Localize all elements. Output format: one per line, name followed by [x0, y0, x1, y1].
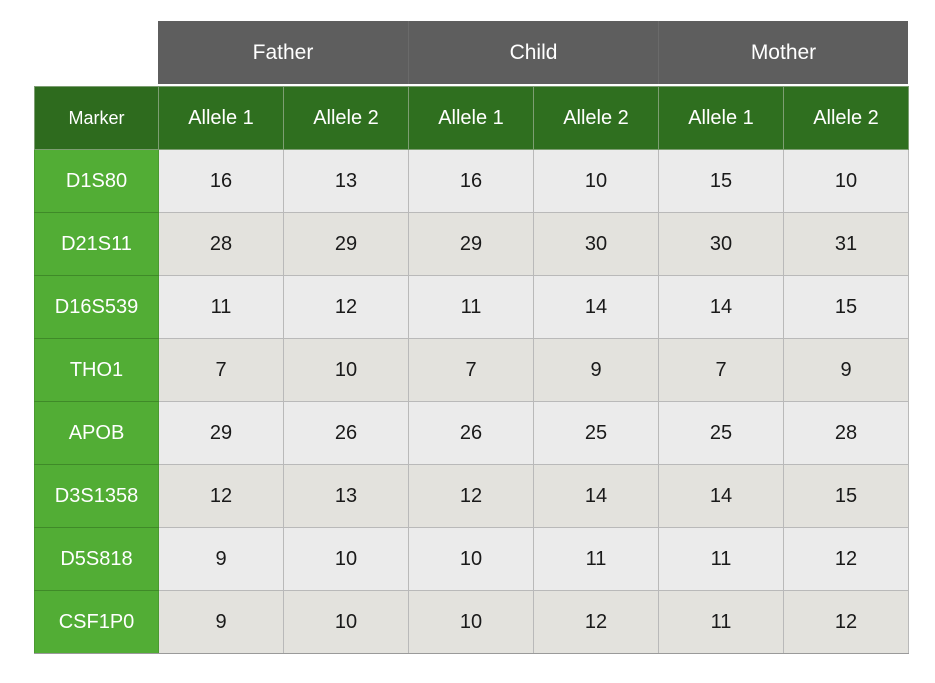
child-allele-1-cell: 11	[408, 275, 534, 339]
mother-allele-1-cell: 14	[658, 464, 784, 528]
column-header-father-allele-1: Allele 1	[158, 86, 284, 150]
father-allele-1-cell: 16	[158, 149, 284, 213]
column-header-mother-allele-2: Allele 2	[783, 86, 909, 150]
father-allele-1-cell: 11	[158, 275, 284, 339]
column-header-father-allele-2: Allele 2	[283, 86, 409, 150]
father-allele-2-cell: 13	[283, 464, 409, 528]
mother-allele-2-cell: 12	[783, 590, 909, 654]
child-allele-1-cell: 7	[408, 338, 534, 402]
mother-allele-1-cell: 15	[658, 149, 784, 213]
marker-cell: D16S539	[34, 275, 159, 339]
table-row: D5S818 9 10 10 11 11 12	[34, 527, 909, 591]
father-allele-1-cell: 28	[158, 212, 284, 276]
table-row: D21S11 28 29 29 30 30 31	[34, 212, 909, 276]
child-allele-2-cell: 11	[533, 527, 659, 591]
father-allele-2-cell: 12	[283, 275, 409, 339]
marker-cell: D5S818	[34, 527, 159, 591]
father-allele-2-cell: 10	[283, 590, 409, 654]
child-allele-1-cell: 10	[408, 590, 534, 654]
marker-cell: D3S1358	[34, 464, 159, 528]
marker-cell: D1S80	[34, 149, 159, 213]
mother-allele-1-cell: 11	[658, 527, 784, 591]
father-allele-1-cell: 9	[158, 527, 284, 591]
table-row: D3S1358 12 13 12 14 14 15	[34, 464, 909, 528]
mother-allele-2-cell: 28	[783, 401, 909, 465]
mother-allele-1-cell: 7	[658, 338, 784, 402]
father-allele-1-cell: 7	[158, 338, 284, 402]
table-row: CSF1P0 9 10 10 12 11 12	[34, 590, 909, 654]
table-row: APOB 29 26 26 25 25 28	[34, 401, 909, 465]
father-allele-1-cell: 29	[158, 401, 284, 465]
group-header-father: Father	[252, 40, 314, 64]
father-allele-2-cell: 26	[283, 401, 409, 465]
mother-allele-1-cell: 14	[658, 275, 784, 339]
marker-cell: THO1	[34, 338, 159, 402]
father-allele-2-cell: 10	[283, 527, 409, 591]
column-header-child-allele-2: Allele 2	[533, 86, 659, 150]
child-allele-2-cell: 14	[533, 464, 659, 528]
marker-cell: APOB	[34, 401, 159, 465]
column-header-marker: Marker	[34, 86, 159, 150]
table-row: D1S80 16 13 16 10 15 10	[34, 149, 909, 213]
child-allele-2-cell: 9	[533, 338, 659, 402]
group-header-mother: Mother	[658, 21, 908, 84]
child-allele-2-cell: 10	[533, 149, 659, 213]
father-allele-1-cell: 9	[158, 590, 284, 654]
father-allele-2-cell: 29	[283, 212, 409, 276]
mother-allele-2-cell: 15	[783, 275, 909, 339]
marker-cell: CSF1P0	[34, 590, 159, 654]
child-allele-2-cell: 30	[533, 212, 659, 276]
mother-allele-1-cell: 30	[658, 212, 784, 276]
column-header-row: Marker Allele 1 Allele 2 Allele 1 Allele…	[34, 86, 909, 150]
group-header-row: Father Child Mother	[158, 21, 908, 86]
str-allele-table: Marker Allele 1 Allele 2 Allele 1 Allele…	[34, 86, 909, 654]
marker-cell: D21S11	[34, 212, 159, 276]
table-row: THO1 7 10 7 9 7 9	[34, 338, 909, 402]
mother-allele-2-cell: 31	[783, 212, 909, 276]
father-allele-2-cell: 10	[283, 338, 409, 402]
father-allele-1-cell: 12	[158, 464, 284, 528]
mother-allele-2-cell: 15	[783, 464, 909, 528]
table-row: D16S539 11 12 11 14 14 15	[34, 275, 909, 339]
father-allele-2-cell: 13	[283, 149, 409, 213]
group-header-child: Child	[408, 21, 658, 84]
mother-allele-2-cell: 10	[783, 149, 909, 213]
child-allele-2-cell: 25	[533, 401, 659, 465]
mother-allele-2-cell: 12	[783, 527, 909, 591]
mother-allele-1-cell: 25	[658, 401, 784, 465]
child-allele-1-cell: 12	[408, 464, 534, 528]
child-allele-1-cell: 26	[408, 401, 534, 465]
child-allele-1-cell: 29	[408, 212, 534, 276]
child-allele-2-cell: 14	[533, 275, 659, 339]
mother-allele-2-cell: 9	[783, 338, 909, 402]
mother-allele-1-cell: 11	[658, 590, 784, 654]
child-allele-1-cell: 16	[408, 149, 534, 213]
column-header-mother-allele-1: Allele 1	[658, 86, 784, 150]
child-allele-1-cell: 10	[408, 527, 534, 591]
column-header-child-allele-1: Allele 1	[408, 86, 534, 150]
child-allele-2-cell: 12	[533, 590, 659, 654]
